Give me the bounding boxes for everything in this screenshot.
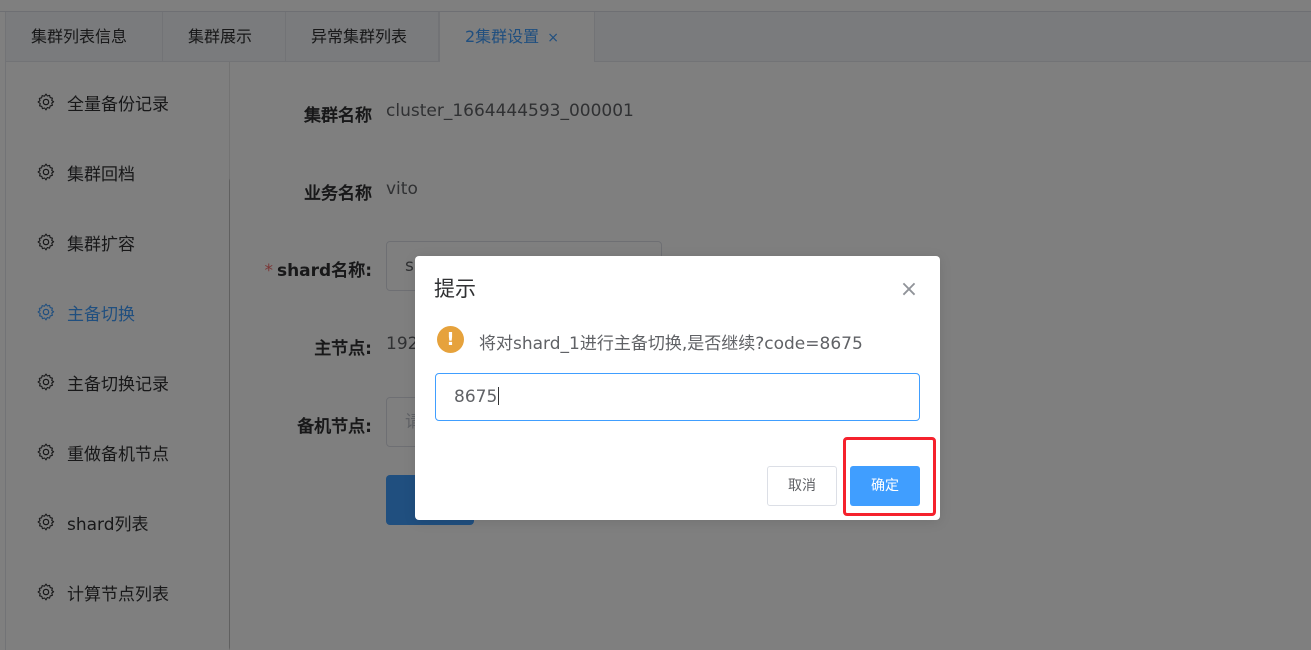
- cancel-button[interactable]: 取消: [767, 466, 837, 506]
- confirm-code-input[interactable]: 8675: [435, 373, 920, 421]
- dialog-message: 将对shard_1进行主备切换,是否继续?code=8675: [479, 334, 863, 354]
- close-icon[interactable]: ×: [899, 279, 919, 301]
- confirm-code-value: 8675: [454, 387, 498, 407]
- warning-icon: !: [437, 326, 464, 353]
- dialog-title: 提示: [434, 277, 476, 301]
- confirm-dialog: 提示 × ! 将对shard_1进行主备切换,是否继续?code=8675 86…: [415, 256, 940, 520]
- text-caret: [498, 387, 500, 405]
- confirm-button[interactable]: 确定: [850, 466, 920, 506]
